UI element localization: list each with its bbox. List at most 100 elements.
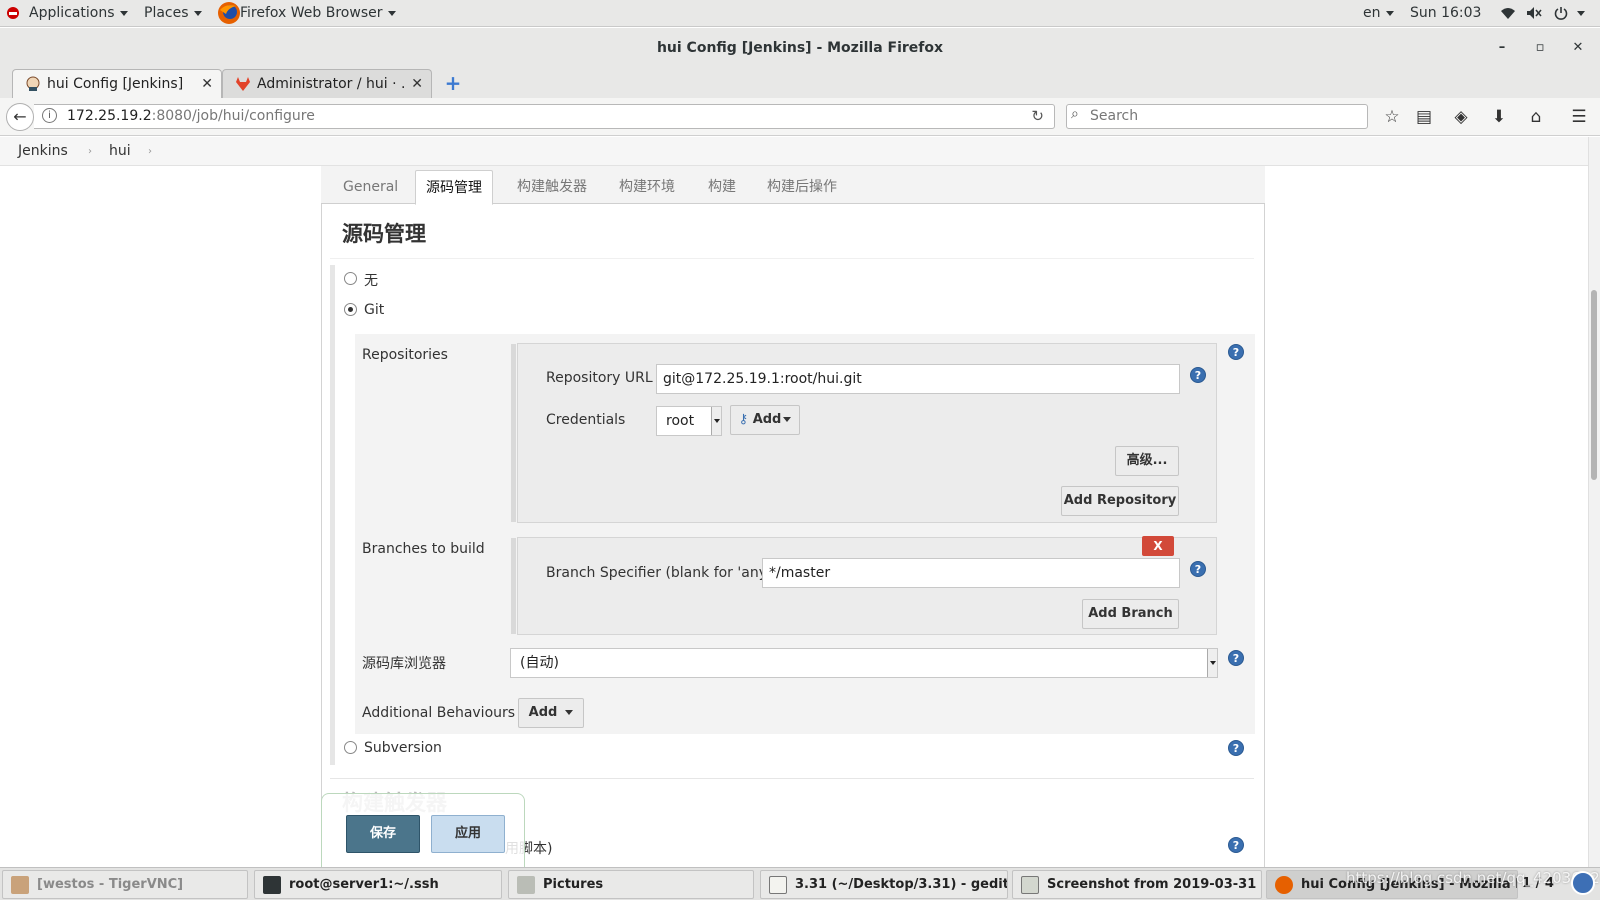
breadcrumb-separator-icon[interactable]: › <box>88 137 92 166</box>
reading-list-icon[interactable]: ▤ <box>1410 104 1438 130</box>
maximize-button[interactable]: ▫ <box>1528 28 1552 68</box>
breadcrumb-hui[interactable]: hui <box>109 137 131 166</box>
firefox-app-icon <box>216 0 242 27</box>
language-indicator[interactable]: en <box>1363 0 1394 27</box>
repository-url-label: Repository URL <box>546 370 653 386</box>
branch-specifier-help-icon[interactable]: ? <box>1190 561 1206 577</box>
tab-build-triggers[interactable]: 构建触发器 <box>517 170 587 204</box>
additional-behaviours-label: Additional Behaviours <box>362 705 516 721</box>
tab-gitlab[interactable]: Administrator / hui · ... ✕ <box>222 69 432 98</box>
repository-url-input[interactable]: git@172.25.19.1:root/hui.git <box>656 364 1180 394</box>
taskbar-item-label: Pictures <box>543 877 604 892</box>
breadcrumb-jenkins[interactable]: Jenkins <box>18 137 68 166</box>
apply-button[interactable]: 应用 <box>431 815 505 853</box>
scm-subversion-radio[interactable] <box>344 741 357 754</box>
gitlab-favicon-icon <box>235 76 251 92</box>
tab-post-build-actions[interactable]: 构建后操作 <box>767 170 837 204</box>
notification-icon[interactable] <box>1571 871 1595 895</box>
terminal-icon <box>263 876 281 894</box>
power-icon[interactable] <box>1554 0 1586 27</box>
repository-browser-select[interactable]: (自动) <box>510 648 1218 678</box>
places-menu[interactable]: Places <box>144 0 202 27</box>
taskbar-item-label: [westos - TigerVNC] <box>37 877 184 892</box>
credentials-select[interactable]: root <box>656 406 722 436</box>
add-credentials-button[interactable]: ⚷ Add <box>730 405 800 435</box>
taskbar-item-gedit[interactable]: 3.31 (~/Desktop/3.31) - gedit <box>760 870 1008 899</box>
browser-tab-strip: hui Config [Jenkins] ✕ Administrator / h… <box>0 68 1600 98</box>
repository-url-help-icon[interactable]: ? <box>1190 367 1206 383</box>
minimize-button[interactable]: – <box>1490 28 1514 68</box>
section-divider <box>330 778 1254 779</box>
home-icon[interactable]: ⌂ <box>1522 104 1550 130</box>
page-scrollbar[interactable] <box>1588 137 1600 867</box>
repository-browser-value: (自动) <box>520 655 559 671</box>
tab-build[interactable]: 构建 <box>708 170 736 204</box>
site-info-icon[interactable]: i <box>42 108 57 123</box>
credentials-label: Credentials <box>546 412 626 428</box>
tab-build-environment[interactable]: 构建环境 <box>619 170 675 204</box>
tab-jenkins-config[interactable]: hui Config [Jenkins] ✕ <box>12 69 222 98</box>
bookmark-star-icon[interactable]: ☆ <box>1378 104 1406 130</box>
download-icon[interactable]: ⬇ <box>1485 104 1513 130</box>
key-icon: ⚷ <box>738 412 749 427</box>
subversion-help-icon[interactable]: ? <box>1228 740 1244 756</box>
taskbar-item-terminal[interactable]: root@server1:~/.ssh <box>254 870 502 899</box>
save-button[interactable]: 保存 <box>346 815 420 853</box>
taskbar-item-screenshot[interactable]: Screenshot from 2019-03-31 ... <box>1012 870 1262 899</box>
scm-none-radio[interactable] <box>344 272 357 285</box>
breadcrumb-separator-icon[interactable]: › <box>148 137 152 166</box>
taskbar-item-pictures[interactable]: Pictures <box>508 870 754 899</box>
scrollbar-thumb[interactable] <box>1591 290 1597 480</box>
clock[interactable]: Sun 16:03 <box>1410 0 1481 27</box>
tab-close-icon[interactable]: ✕ <box>201 70 213 98</box>
branch-specifier-label: Branch Specifier (blank for 'any') <box>546 565 777 581</box>
tab-close-icon[interactable]: ✕ <box>411 70 423 98</box>
add-behaviour-button[interactable]: Add <box>518 698 584 728</box>
gnome-top-bar: Applications Places Firefox Web Browser … <box>0 0 1600 27</box>
pocket-icon[interactable]: ◈ <box>1447 104 1475 130</box>
add-repository-button[interactable]: Add Repository <box>1061 486 1179 516</box>
firefox-icon <box>1275 876 1293 894</box>
tab-label: hui Config [Jenkins] <box>47 76 184 92</box>
watermark-text: https://blog.csdn.net/qq_42036824 <box>1346 869 1600 887</box>
new-tab-button[interactable]: + <box>442 68 464 98</box>
scm-none-label: 无 <box>364 273 378 289</box>
chevron-down-icon <box>711 407 721 435</box>
scm-git-label: Git <box>364 302 385 318</box>
config-tab-bar: General 源码管理 构建触发器 构建环境 构建 构建后操作 <box>321 166 1265 205</box>
credentials-selected-value: root <box>666 413 695 429</box>
firefox-app-menu[interactable]: Firefox Web Browser <box>240 0 396 27</box>
branches-to-build-label: Branches to build <box>362 541 485 557</box>
build-trigger-help-icon[interactable]: ? <box>1228 837 1244 853</box>
search-icon: ⌕ <box>1071 106 1079 122</box>
scm-git-radio[interactable] <box>344 303 357 316</box>
tab-general[interactable]: General <box>343 170 398 204</box>
scm-subversion-label: Subversion <box>364 740 442 756</box>
close-window-button[interactable]: ✕ <box>1566 28 1590 68</box>
repositories-help-icon[interactable]: ? <box>1228 344 1244 360</box>
search-placeholder: Search <box>1090 108 1139 124</box>
tab-label: Administrator / hui · ... <box>257 76 407 92</box>
reload-icon[interactable]: ↻ <box>1031 105 1044 128</box>
applications-menu[interactable]: Applications <box>29 0 128 27</box>
advanced-button[interactable]: 高级... <box>1115 446 1179 476</box>
add-branch-button[interactable]: Add Branch <box>1082 599 1179 629</box>
url-bar[interactable]: i 172.25.19.2:8080/job/hui/configure ↻ <box>34 104 1055 129</box>
add-behaviour-label: Add <box>528 705 558 720</box>
url-text[interactable]: 172.25.19.2:8080/job/hui/configure <box>67 105 315 128</box>
branch-specifier-input[interactable]: */master <box>762 558 1180 588</box>
chevron-down-icon <box>1207 649 1217 677</box>
back-button[interactable]: ← <box>6 103 34 131</box>
delete-branch-button[interactable]: X <box>1142 536 1174 556</box>
section-divider <box>330 258 1254 259</box>
window-title-bar: hui Config [Jenkins] - Mozilla Firefox –… <box>0 28 1600 68</box>
taskbar-item-tigervnc[interactable]: [westos - TigerVNC] <box>2 870 248 899</box>
taskbar-item-label: root@server1:~/.ssh <box>289 877 439 892</box>
repositories-label: Repositories <box>362 347 448 363</box>
search-input[interactable]: ⌕ Search <box>1066 104 1368 129</box>
image-viewer-icon <box>1021 876 1039 894</box>
repository-browser-label: 源码库浏览器 <box>362 656 446 672</box>
repository-browser-help-icon[interactable]: ? <box>1228 650 1244 666</box>
tab-source-code-management[interactable]: 源码管理 <box>415 170 493 205</box>
hamburger-menu-icon[interactable]: ☰ <box>1565 104 1593 130</box>
